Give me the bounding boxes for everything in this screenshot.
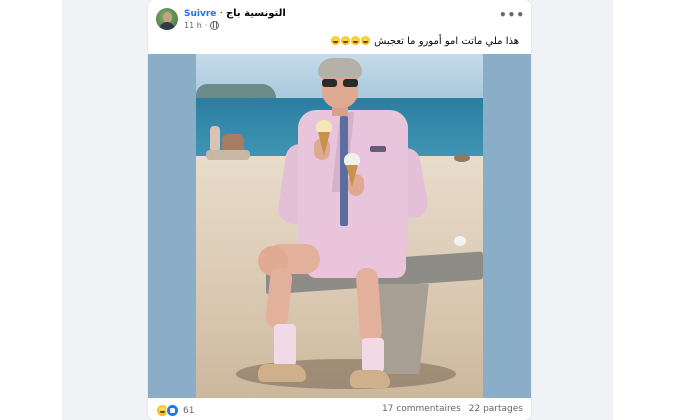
hair: [318, 58, 362, 78]
meta-separator: ·: [204, 21, 208, 30]
laughing-emoji-icon: [351, 36, 361, 45]
title-separator: ·: [219, 8, 223, 19]
sunglasses: [322, 79, 358, 87]
left-shoe: [258, 364, 306, 382]
post-footer: 61 17 commentaires 22 partages: [156, 402, 523, 418]
pocket-square: [370, 146, 386, 152]
reaction-count: 61: [183, 405, 195, 416]
left-shin: [264, 267, 294, 329]
post-text: هذا ملي ماتت امو أمورو ما تعجبش: [331, 36, 519, 47]
avatar-body: [159, 22, 175, 30]
ice-cream-cone: [346, 165, 358, 187]
pink-shorts: [306, 230, 406, 278]
background-person: [206, 150, 250, 160]
ball: [454, 236, 466, 246]
rock: [454, 154, 470, 162]
comments-link[interactable]: 17 commentaires: [382, 404, 461, 414]
left-sock: [274, 324, 296, 366]
page-right-margin: [613, 0, 675, 420]
laughing-emoji-icon: [331, 36, 341, 45]
page-avatar[interactable]: [156, 8, 178, 30]
more-options-button[interactable]: •••: [499, 9, 524, 26]
like-reaction-icon: [166, 404, 179, 417]
page-left-margin: [0, 0, 62, 420]
photo-scene: [196, 54, 483, 398]
post-title-line: Suivre · التونسية باج: [184, 8, 286, 19]
more-options-icon: •••: [499, 8, 526, 22]
page-name-link[interactable]: التونسية باج: [226, 8, 286, 19]
ice-cream-cone: [318, 132, 330, 156]
background-people: [206, 126, 254, 164]
reaction-summary[interactable]: 61: [156, 404, 194, 417]
right-shin: [355, 267, 383, 343]
right-sock: [362, 338, 384, 372]
right-shoe: [350, 370, 390, 388]
feed-post: Suivre · التونسية باج 11 h · ••• هذا ملي…: [148, 0, 531, 420]
distant-hills: [196, 84, 276, 98]
globe-icon: [210, 21, 220, 30]
shares-link[interactable]: 22 partages: [469, 404, 523, 414]
laughing-emoji-icon: [361, 36, 371, 45]
follow-button[interactable]: Suivre: [184, 9, 216, 19]
background-person: [210, 126, 220, 152]
seated-man: [258, 54, 440, 398]
post-timestamp[interactable]: 11 h: [184, 21, 202, 30]
post-header: Suivre · التونسية باج 11 h · •••: [156, 6, 524, 34]
engagement-stats: 17 commentaires 22 partages: [382, 404, 523, 414]
post-photo[interactable]: [148, 54, 531, 398]
post-meta: 11 h ·: [184, 21, 220, 30]
post-caption: هذا ملي ماتت امو أمورو ما تعجبش: [374, 36, 519, 47]
laughing-emoji-icon: [341, 36, 351, 45]
emoji-row: [331, 36, 371, 47]
